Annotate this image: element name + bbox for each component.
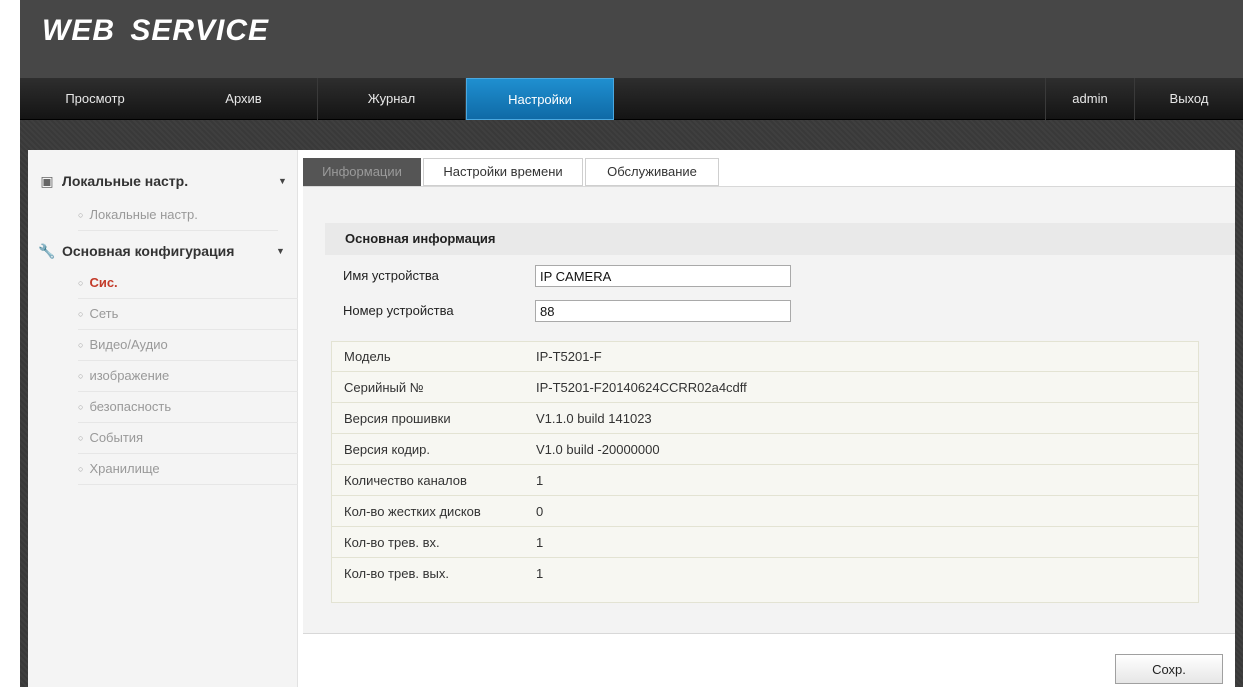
sidebar-item-network[interactable]: ○ Сеть xyxy=(78,299,298,330)
sidebar-item-storage[interactable]: ○ Хранилище xyxy=(78,454,298,485)
info-key: Количество каналов xyxy=(344,473,467,488)
info-key: Версия кодир. xyxy=(344,442,431,457)
table-row: Кол-во трев. вых. 1 xyxy=(332,559,1198,589)
sidebar-group-local[interactable]: ▣ Локальные настр. ▼ xyxy=(38,168,288,194)
info-value: 1 xyxy=(536,473,544,488)
section-title: Основная информация xyxy=(325,223,1235,255)
sidebar-item-label: События xyxy=(89,430,144,445)
info-key: Версия прошивки xyxy=(344,411,451,426)
main-nav: Просмотр Архив Журнал Настройки admin Вы… xyxy=(20,78,1243,120)
info-value: V1.0 build -20000000 xyxy=(536,442,660,457)
logo: WEB SERVICE xyxy=(42,14,270,47)
workarea: ▣ Локальные настр. ▼ ○ Локальные настр. 🔧 О… xyxy=(28,150,1235,687)
chevron-down-icon: ▼ xyxy=(278,176,287,186)
info-value: V1.1.0 build 141023 xyxy=(536,411,652,426)
table-row: Кол-во трев. вх. 1 xyxy=(332,528,1198,558)
device-name-input[interactable] xyxy=(535,265,791,287)
sidebar-item-security[interactable]: ○ безопасность xyxy=(78,392,298,423)
info-value: 1 xyxy=(536,535,544,550)
sidebar-item-local[interactable]: ○ Локальные настр. xyxy=(78,200,278,231)
circle-icon: ○ xyxy=(78,464,84,474)
table-row: Количество каналов 1 xyxy=(332,466,1198,496)
info-key: Серийный № xyxy=(344,380,424,395)
device-number-label: Номер устройства xyxy=(343,303,454,318)
nav-journal[interactable]: Журнал xyxy=(318,78,466,120)
table-row: Версия кодир. V1.0 build -20000000 xyxy=(332,435,1198,465)
info-panel: Основная информация Имя устройства Номер… xyxy=(303,186,1235,634)
circle-icon: ○ xyxy=(78,309,84,319)
table-row: Версия прошивки V1.1.0 build 141023 xyxy=(332,404,1198,434)
chevron-down-icon: ▼ xyxy=(276,246,285,256)
sidebar-item-label: Сис. xyxy=(89,275,118,290)
circle-icon: ○ xyxy=(78,433,84,443)
tab-time-settings[interactable]: Настройки времени xyxy=(423,158,583,186)
tab-maintenance[interactable]: Обслуживание xyxy=(585,158,719,186)
sidebar-item-events[interactable]: ○ События xyxy=(78,423,298,454)
table-row: Модель IP-T5201-F xyxy=(332,342,1198,372)
table-row: Кол-во жестких дисков 0 xyxy=(332,497,1198,527)
nav-user: admin xyxy=(1045,78,1135,120)
header: WEB SERVICE xyxy=(20,0,1243,78)
sidebar-group-basic[interactable]: 🔧 Основная конфигурация ▼ xyxy=(38,238,298,264)
info-key: Кол-во жестких дисков xyxy=(344,504,481,519)
sidebar-item-label: Сеть xyxy=(89,306,119,321)
sidebar-item-video-audio[interactable]: ○ Видео/Аудио xyxy=(78,330,298,361)
app-frame: WEB SERVICE Просмотр Архив Журнал Настро… xyxy=(20,0,1243,687)
nav-archive[interactable]: Архив xyxy=(170,78,318,120)
nav-settings[interactable]: Настройки xyxy=(466,78,614,120)
circle-icon: ○ xyxy=(78,340,84,350)
nav-view[interactable]: Просмотр xyxy=(20,78,170,120)
sidebar-item-image[interactable]: ○ изображение xyxy=(78,361,298,392)
circle-icon: ○ xyxy=(78,371,84,381)
info-key: Кол-во трев. вх. xyxy=(344,535,440,550)
sidebar-item-label: Локальные настр. xyxy=(89,207,198,222)
info-value: IP-T5201-F20140624CCRR02a4cdff xyxy=(536,380,747,395)
sidebar-group-label: Основная конфигурация xyxy=(62,243,235,259)
monitor-icon: ▣ xyxy=(40,173,54,189)
info-value: IP-T5201-F xyxy=(536,349,602,364)
circle-icon: ○ xyxy=(78,278,84,288)
device-number-input[interactable] xyxy=(535,300,791,322)
circle-icon: ○ xyxy=(78,402,84,412)
sidebar-item-label: безопасность xyxy=(89,399,172,414)
device-info-table: Модель IP-T5201-F Серийный № IP-T5201-F201… xyxy=(331,341,1199,603)
logout-button[interactable]: Выход xyxy=(1135,78,1243,120)
info-key: Кол-во трев. вых. xyxy=(344,566,449,581)
table-row: Серийный № IP-T5201-F20140624CCRR02a4cdff xyxy=(332,373,1198,403)
sidebar-item-label: Хранилище xyxy=(89,461,160,476)
sidebar-group-label: Локальные настр. xyxy=(62,173,189,189)
info-value: 1 xyxy=(536,566,544,581)
info-key: Модель xyxy=(344,349,391,364)
info-value: 0 xyxy=(536,504,544,519)
device-name-label: Имя устройства xyxy=(343,268,439,283)
wrench-icon: 🔧 xyxy=(38,243,56,259)
sidebar-item-label: Видео/Аудио xyxy=(89,337,168,352)
sidebar-item-label: изображение xyxy=(89,368,170,383)
sidebar: ▣ Локальные настр. ▼ ○ Локальные настр. 🔧 О… xyxy=(28,150,298,687)
circle-icon: ○ xyxy=(78,210,84,220)
save-button[interactable]: Сохр. xyxy=(1115,654,1223,684)
sidebar-item-system[interactable]: ○ Сис. xyxy=(78,268,298,299)
tab-info[interactable]: Информации xyxy=(303,158,421,186)
